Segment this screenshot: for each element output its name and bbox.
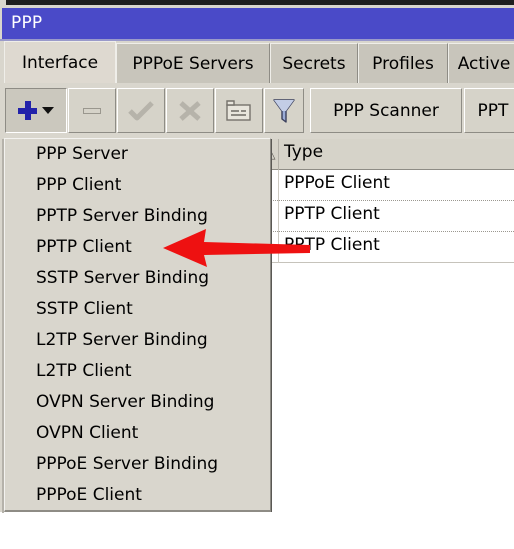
check-icon — [128, 100, 154, 120]
menu-item-l2tp-server-binding[interactable]: L2TP Server Binding — [5, 325, 270, 356]
ppp-scanner-label: PPP Scanner — [333, 100, 439, 121]
window-titlebar: PPP — [2, 8, 514, 39]
menu-item-label: SSTP Server Binding — [36, 268, 210, 288]
enable-interface-button[interactable] — [117, 88, 165, 133]
tab-secrets[interactable]: Secrets — [270, 43, 358, 83]
minus-icon — [83, 107, 101, 114]
tab-interface-label: Interface — [21, 52, 99, 73]
add-interface-button[interactable] — [5, 88, 67, 133]
ppp-window: PPP Interface PPPoE Servers Secrets Prof… — [0, 5, 514, 549]
tab-profiles-label: Profiles — [372, 53, 434, 74]
tab-pppoe-servers[interactable]: PPPoE Servers — [116, 43, 270, 83]
menu-item-label: PPTP Server Binding — [36, 206, 208, 226]
menu-item-label: PPPoE Server Binding — [36, 454, 219, 474]
tabstrip: Interface PPPoE Servers Secrets Profiles… — [0, 41, 514, 83]
column-header-type[interactable]: Type — [284, 142, 323, 162]
comment-icon — [226, 99, 251, 121]
menu-item-label: PPP Server — [36, 144, 128, 164]
tab-secrets-label: Secrets — [282, 53, 346, 74]
ppp-scanner-button[interactable]: PPP Scanner — [310, 88, 462, 133]
list-left-rule — [271, 139, 272, 544]
cell-type: PPTP Client — [284, 204, 380, 224]
menu-item-ppp-server[interactable]: PPP Server — [5, 139, 270, 170]
cell-type: PPPoE Client — [284, 173, 390, 193]
menu-item-label: OVPN Client — [36, 423, 139, 443]
menu-item-l2tp-client[interactable]: L2TP Client — [5, 356, 270, 387]
menu-item-label: L2TP Server Binding — [36, 330, 208, 350]
tab-profiles[interactable]: Profiles — [358, 43, 448, 83]
menu-item-sstp-client[interactable]: SSTP Client — [5, 294, 270, 325]
remove-interface-button[interactable] — [68, 88, 116, 133]
menu-item-pppoe-server-binding[interactable]: PPPoE Server Binding — [5, 449, 270, 480]
pptp-server-label: PPT — [477, 100, 509, 121]
row-cell-divider — [278, 232, 279, 263]
menu-item-ovpn-client[interactable]: OVPN Client — [5, 418, 270, 449]
filter-button[interactable] — [264, 88, 304, 133]
tab-active[interactable]: Active — [448, 43, 514, 83]
row-cell-divider — [278, 201, 279, 232]
chevron-down-icon — [42, 107, 54, 114]
add-interface-dropdown-menu[interactable]: PPP Server PPP Client PPTP Server Bindin… — [2, 138, 271, 513]
disable-interface-button[interactable] — [166, 88, 214, 133]
menu-item-ppp-client[interactable]: PPP Client — [5, 170, 270, 201]
tab-active-label: Active — [457, 53, 511, 74]
column-divider[interactable] — [278, 139, 279, 170]
comment-button[interactable] — [215, 88, 263, 133]
menu-item-pptp-client[interactable]: PPTP Client — [5, 232, 270, 263]
tab-pppoe-servers-label: PPPoE Servers — [132, 53, 254, 74]
menu-item-label: PPTP Client — [36, 237, 132, 257]
menu-item-label: L2TP Client — [36, 361, 132, 381]
cross-icon — [179, 100, 201, 121]
window-bottom-area — [0, 512, 514, 549]
menu-item-label: SSTP Client — [36, 299, 133, 319]
menu-item-pptp-server-binding[interactable]: PPTP Server Binding — [5, 201, 270, 232]
row-cell-divider — [278, 170, 279, 201]
menu-item-label: PPP Client — [36, 175, 122, 195]
plus-icon — [18, 101, 37, 120]
menu-item-label: PPPoE Client — [36, 485, 142, 505]
cell-type: PPTP Client — [284, 235, 380, 255]
tab-interface[interactable]: Interface — [4, 41, 116, 83]
menu-item-sstp-server-binding[interactable]: SSTP Server Binding — [5, 263, 270, 294]
menu-item-label: OVPN Server Binding — [36, 392, 215, 412]
menu-item-pppoe-client[interactable]: PPPoE Client — [5, 480, 270, 511]
funnel-icon — [273, 98, 295, 123]
menu-item-ovpn-server-binding[interactable]: OVPN Server Binding — [5, 387, 270, 418]
window-title: PPP — [11, 13, 43, 33]
toolbar: PPP Scanner PPT — [0, 83, 514, 139]
pptp-server-button[interactable]: PPT — [464, 88, 514, 133]
